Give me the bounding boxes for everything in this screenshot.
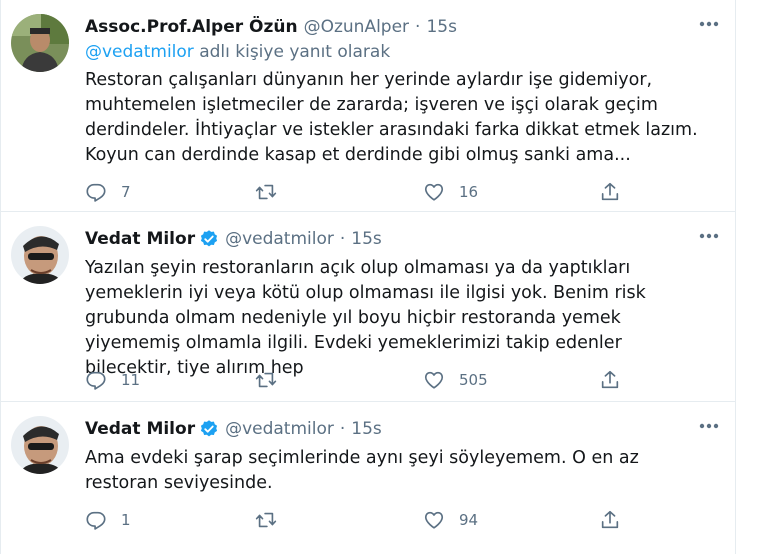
separator: · [339, 419, 346, 439]
separator: · [339, 229, 346, 249]
author-name[interactable]: Assoc.Prof.Alper Özün [85, 17, 298, 37]
tweet-header: Assoc.Prof.Alper Özün @OzunAlper · 15s [85, 14, 722, 40]
tweet-actions: 11 505 [85, 366, 716, 394]
reply-mention-link[interactable]: @vedatmilor [85, 42, 194, 62]
reply-icon [86, 511, 106, 530]
author-handle[interactable]: @vedatmilor [225, 229, 334, 249]
reply-context-text: adlı kişiye yanıt olarak [193, 42, 391, 62]
reply-count: 11 [121, 371, 141, 389]
verified-icon [200, 420, 218, 437]
author-name[interactable]: Vedat Milor [85, 229, 195, 249]
timeline: Assoc.Prof.Alper Özün @OzunAlper · 15s @… [0, 0, 736, 554]
share-icon [601, 182, 619, 201]
more-icon[interactable] [698, 20, 720, 28]
share-button[interactable] [599, 366, 639, 394]
retweet-button[interactable] [255, 506, 423, 534]
tweet-text: Restoran çalışanları dünyanın her yerind… [85, 70, 698, 165]
share-button[interactable] [599, 178, 639, 206]
like-button[interactable]: 16 [423, 178, 599, 206]
tweet-actions: 1 94 [85, 506, 716, 534]
tweet[interactable]: Vedat Milor @vedatmilor · 15s Yazılan şe… [1, 212, 736, 402]
verified-icon [200, 230, 218, 247]
like-icon [424, 183, 444, 201]
share-button[interactable] [599, 506, 639, 534]
reply-count: 1 [121, 511, 131, 529]
reply-count: 7 [121, 183, 131, 201]
retweet-icon [255, 184, 277, 200]
tweet-header: Vedat Milor @vedatmilor · 15s [85, 416, 722, 442]
retweet-button[interactable] [255, 366, 423, 394]
reply-icon [86, 371, 106, 390]
retweet-icon [255, 512, 277, 528]
like-button[interactable]: 505 [423, 366, 599, 394]
timestamp[interactable]: 15s [426, 17, 457, 37]
reply-icon [86, 183, 106, 202]
more-icon[interactable] [698, 422, 720, 430]
share-icon [601, 370, 619, 389]
avatar[interactable] [11, 416, 69, 474]
tweet-text: Ama evdeki şarap seçimlerinde aynı şeyi … [85, 448, 639, 493]
share-icon [601, 510, 619, 529]
more-icon[interactable] [698, 232, 720, 240]
retweet-button[interactable] [255, 178, 423, 206]
author-handle[interactable]: @vedatmilor [225, 419, 334, 439]
like-count: 94 [459, 511, 479, 529]
tweet[interactable]: Assoc.Prof.Alper Özün @OzunAlper · 15s @… [1, 0, 736, 212]
author-name[interactable]: Vedat Milor [85, 419, 195, 439]
like-button[interactable]: 94 [423, 506, 599, 534]
avatar[interactable] [11, 226, 69, 284]
retweet-icon [255, 372, 277, 388]
author-handle[interactable]: @OzunAlper [304, 17, 409, 37]
timestamp[interactable]: 15s [351, 419, 382, 439]
like-count: 505 [459, 371, 488, 389]
reply-button[interactable]: 11 [85, 366, 255, 394]
like-icon [424, 371, 444, 389]
reply-button[interactable]: 1 [85, 506, 255, 534]
reply-context: @vedatmilor adlı kişiye yanıt olarak [85, 42, 390, 62]
separator: · [415, 17, 421, 37]
timestamp[interactable]: 15s [351, 229, 382, 249]
tweet-header: Vedat Milor @vedatmilor · 15s [85, 226, 722, 252]
reply-button[interactable]: 7 [85, 178, 255, 206]
avatar[interactable] [11, 14, 69, 72]
tweet-text: Yazılan şeyin restoranların açık olup ol… [85, 258, 646, 378]
tweet[interactable]: Vedat Milor @vedatmilor · 15s Ama evdeki… [1, 402, 736, 554]
tweet-actions: 7 16 [85, 178, 716, 206]
like-icon [424, 511, 444, 529]
like-count: 16 [459, 183, 479, 201]
